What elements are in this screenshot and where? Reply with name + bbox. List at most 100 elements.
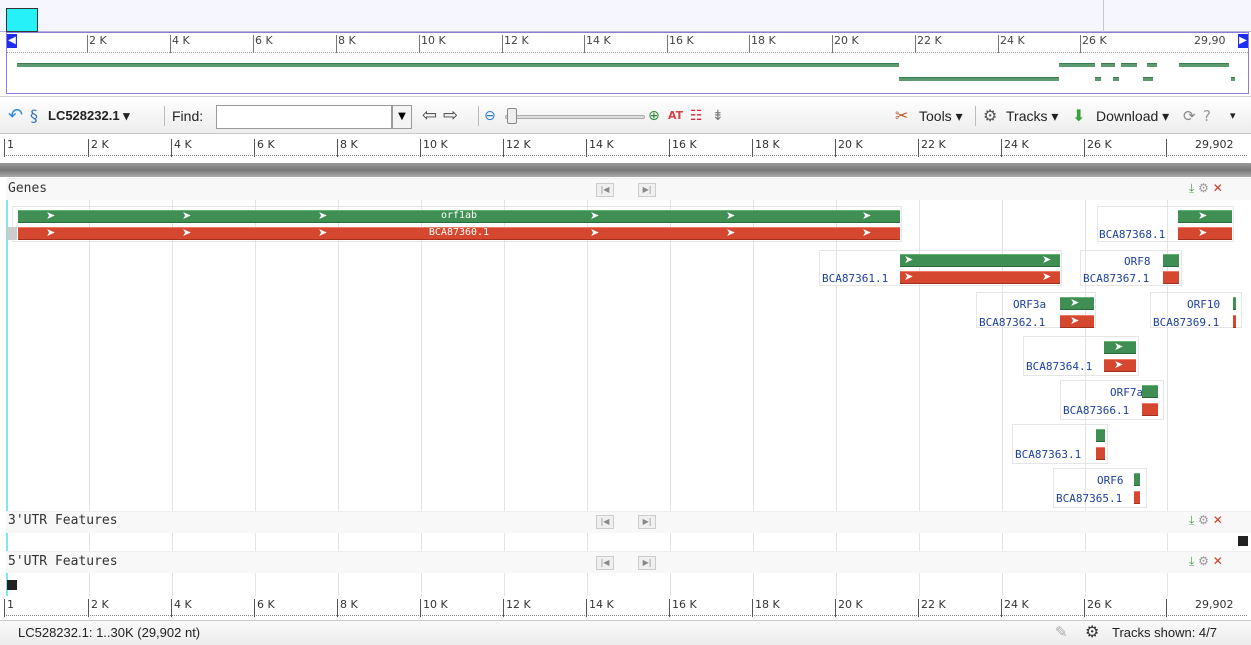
cds-bca87363[interactable] bbox=[1096, 447, 1105, 460]
edit-icon[interactable]: ✎ bbox=[1055, 623, 1068, 641]
ruler-tick: 22 K bbox=[918, 139, 946, 157]
page-right-icon[interactable]: ▶| bbox=[638, 556, 656, 570]
utr3-feature[interactable] bbox=[1238, 536, 1248, 546]
gene-m[interactable]: ➤ bbox=[1104, 340, 1136, 354]
track-download-icon[interactable]: ⤓ bbox=[1189, 513, 1194, 527]
tracks-gear-icon[interactable]: ⚙ bbox=[983, 97, 997, 135]
utr5-track-label[interactable]: 5'UTR Features bbox=[8, 554, 118, 569]
tracks-menu[interactable]: Tracks ▾ bbox=[1006, 97, 1058, 135]
cds-bca87365[interactable] bbox=[1134, 491, 1140, 504]
overview-tick: 20 K bbox=[832, 35, 859, 53]
cds-bca87366[interactable] bbox=[1142, 403, 1158, 416]
track-close-icon[interactable]: ✕ bbox=[1213, 181, 1223, 195]
overview-tick: 10 K bbox=[419, 35, 446, 53]
ruler-tick: 10 K bbox=[420, 599, 448, 617]
download-label: Download bbox=[1096, 108, 1159, 124]
ruler-tick: 1 bbox=[4, 139, 14, 157]
gene-orf3a[interactable]: ➤ bbox=[1060, 296, 1094, 310]
ruler-tick: 10 K bbox=[420, 139, 448, 157]
track-settings-icon[interactable]: ⚙ bbox=[1198, 181, 1209, 195]
highlight-icon[interactable]: ☷ bbox=[690, 97, 703, 135]
ruler-tick: 8 K bbox=[337, 599, 358, 617]
overview-tick: 16 K bbox=[667, 35, 694, 53]
pan-right-icon[interactable]: ⇨ bbox=[443, 97, 458, 135]
gene-orf7a[interactable] bbox=[1142, 385, 1158, 398]
utr5-track-controls: ⤓ ⚙ ✕ bbox=[1189, 554, 1223, 569]
zoom-out-icon[interactable]: ⊖ bbox=[484, 97, 496, 135]
ruler-tick: 18 K bbox=[752, 599, 780, 617]
download-menu[interactable]: Download ▾ bbox=[1096, 97, 1169, 135]
cds-bca87369[interactable] bbox=[1233, 315, 1236, 328]
overview-gene-bar bbox=[1095, 77, 1101, 81]
refresh-icon[interactable]: ⟳ bbox=[1183, 97, 1196, 135]
gene-orf1ab[interactable]: ➤ ➤ ➤ ➤ ➤ ➤ orf1ab bbox=[18, 209, 900, 223]
scroll-left-icon[interactable]: ◀ bbox=[7, 34, 17, 48]
toolbar-separator bbox=[478, 106, 479, 126]
find-dropdown-icon[interactable]: ▼ bbox=[392, 105, 412, 129]
ruler-tick: 24 K bbox=[1001, 599, 1029, 617]
overview-header bbox=[0, 0, 1251, 32]
page-left-icon[interactable]: |◀ bbox=[596, 515, 614, 529]
track-download-icon[interactable]: ⤓ bbox=[1189, 554, 1194, 568]
track-settings-icon[interactable]: ⚙ bbox=[1198, 513, 1209, 527]
genes-track-label[interactable]: Genes bbox=[8, 181, 47, 196]
ruler-tick: 26 K bbox=[1084, 139, 1112, 157]
overview-tick: 24 K bbox=[998, 35, 1025, 53]
download-icon[interactable]: ⬇ bbox=[1072, 97, 1085, 135]
overview-scrollbar[interactable] bbox=[0, 163, 1251, 177]
tracks-gear-icon[interactable]: ⚙ bbox=[1085, 622, 1099, 641]
track-close-icon[interactable]: ✕ bbox=[1213, 554, 1223, 568]
page-right-icon[interactable]: ▶| bbox=[638, 183, 656, 197]
gene-orf10[interactable] bbox=[1233, 297, 1236, 310]
gene-bca87368[interactable]: ➤ bbox=[1178, 209, 1232, 223]
zoom-slider-handle[interactable] bbox=[507, 108, 517, 124]
ruler-tick: 12 K bbox=[503, 599, 531, 617]
grid-line bbox=[919, 178, 920, 596]
gene-orf6[interactable] bbox=[1134, 473, 1140, 486]
tools-menu[interactable]: Tools ▾ bbox=[919, 97, 963, 135]
overview-gene-bar bbox=[1101, 63, 1115, 67]
gene-e[interactable] bbox=[1096, 429, 1105, 442]
track-download-icon[interactable]: ⤓ bbox=[1189, 181, 1194, 195]
ruler-tick: 1 bbox=[4, 599, 14, 617]
gene-s[interactable]: ➤ ➤ bbox=[900, 253, 1060, 267]
genes-track-header bbox=[6, 178, 1251, 200]
page-left-icon[interactable]: |◀ bbox=[596, 556, 614, 570]
ruler-tick: 6 K bbox=[254, 599, 275, 617]
scroll-right-icon[interactable]: ▶ bbox=[1238, 34, 1248, 48]
cds-bca87367[interactable] bbox=[1163, 271, 1179, 284]
help-dropdown-icon[interactable]: ▾ bbox=[1230, 97, 1236, 135]
cds-bca87362[interactable]: ➤ bbox=[1060, 314, 1094, 328]
overview-gene-bar bbox=[1121, 63, 1137, 67]
zoom-in-icon[interactable]: ⊕ bbox=[648, 97, 660, 135]
page-left-icon[interactable]: |◀ bbox=[596, 183, 614, 197]
cds-bca87368[interactable]: ➤ bbox=[1178, 226, 1232, 240]
pan-left-icon[interactable]: ⇦ bbox=[422, 97, 437, 135]
cds-bca87361[interactable]: ➤ ➤ bbox=[900, 270, 1060, 284]
overview-panel[interactable]: ◀ ▶ 2 K 4 K 6 K 8 K 10 K 12 K 14 K 16 K … bbox=[6, 32, 1249, 94]
sequence-selector[interactable]: LC528232.1 ▾ bbox=[48, 97, 130, 135]
cds-label: BCA87360.1 bbox=[428, 227, 490, 238]
cds-bca87360[interactable]: ➤ ➤ ➤ ➤ ➤ ➤ BCA87360.1 bbox=[18, 226, 900, 240]
page-right-icon[interactable]: ▶| bbox=[638, 515, 656, 529]
scale-ruler-top: 1 2 K 4 K 6 K 8 K 10 K 12 K 14 K 16 K 18… bbox=[0, 136, 1251, 160]
back-icon[interactable]: ↶ bbox=[8, 97, 23, 135]
gene-orf8[interactable] bbox=[1163, 254, 1179, 267]
track-settings-icon[interactable]: ⚙ bbox=[1198, 554, 1209, 568]
utr5-feature[interactable] bbox=[7, 580, 17, 590]
feature-label: ORF3a bbox=[1013, 298, 1047, 311]
find-input[interactable] bbox=[216, 105, 392, 129]
current-view-indicator[interactable] bbox=[6, 8, 38, 32]
overview-tick: 26 K bbox=[1080, 35, 1107, 53]
cds-bca87364[interactable]: ➤ bbox=[1104, 358, 1136, 372]
toolbar-separator bbox=[164, 106, 165, 126]
sequence-icon-atgc[interactable]: AT bbox=[668, 97, 683, 135]
overview-gene-bar bbox=[1179, 63, 1229, 67]
tools-icon[interactable]: ✂ bbox=[895, 97, 908, 135]
ruler-tick: 20 K bbox=[835, 139, 863, 157]
zoom-slider[interactable] bbox=[505, 115, 645, 119]
collapse-icon[interactable]: ⇟ bbox=[712, 97, 724, 135]
track-close-icon[interactable]: ✕ bbox=[1213, 513, 1223, 527]
help-icon[interactable]: ? bbox=[1203, 97, 1211, 135]
utr3-track-label[interactable]: 3'UTR Features bbox=[8, 513, 118, 528]
